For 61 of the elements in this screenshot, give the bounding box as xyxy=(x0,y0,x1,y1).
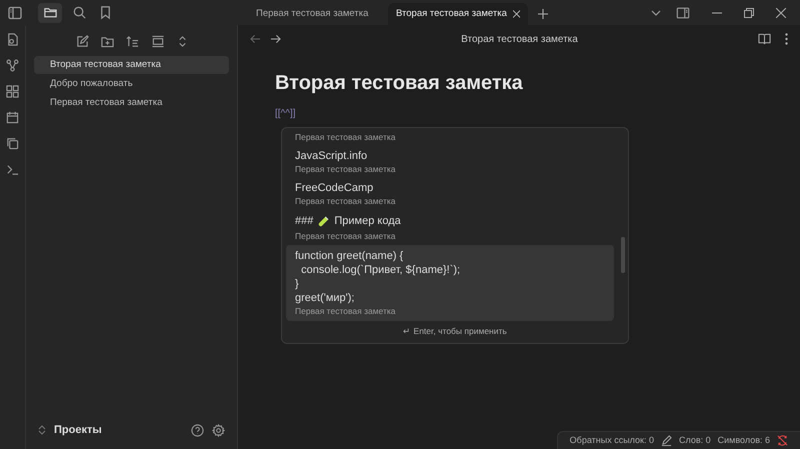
search-icon[interactable] xyxy=(72,5,87,20)
suggestion-subtitle: Первая тестовая заметка xyxy=(295,163,397,175)
terminal-icon[interactable] xyxy=(6,163,19,176)
copy-icon[interactable] xyxy=(6,137,19,150)
new-note-icon[interactable] xyxy=(76,34,88,48)
suggestion-item[interactable]: function greet(name) { console.log(`Привет, ${name}!`); } greet('мир'); Первая тестовая заметка xyxy=(286,244,614,320)
file-item[interactable]: Добро пожаловать xyxy=(34,75,229,93)
file-item[interactable]: Первая тестовая заметка xyxy=(34,94,229,112)
document-icon[interactable] xyxy=(6,33,19,46)
expand-icon[interactable] xyxy=(176,34,188,48)
file-item[interactable]: Вторая тестовая заметка xyxy=(34,56,229,74)
suggestion-title: JavaScript.info xyxy=(295,149,368,163)
graph-icon[interactable] xyxy=(6,59,19,72)
folder-icon xyxy=(42,5,58,20)
bookmark-icon[interactable] xyxy=(98,5,113,20)
files-button[interactable] xyxy=(38,2,62,22)
suggestion-item[interactable]: Первая тестовая заметка xyxy=(286,128,614,146)
suggestion-subtitle: Первая тестовая заметка xyxy=(295,195,397,207)
note-header-title: Вторая тестовая заметка xyxy=(461,32,578,46)
note-title: Вторая тестовая заметка xyxy=(275,71,524,96)
suggestion-subtitle: Первая тестовая заметка xyxy=(295,230,397,242)
sort-icon[interactable] xyxy=(126,34,138,48)
sync-off-icon[interactable] xyxy=(777,435,788,446)
close-icon[interactable] xyxy=(776,8,786,18)
tab[interactable]: Вторая тестовая заметка xyxy=(388,3,528,25)
suggestion-title: Пример кода xyxy=(334,214,401,228)
new-folder-icon[interactable] xyxy=(100,34,114,48)
back-arrow-icon[interactable] xyxy=(250,34,261,44)
tab[interactable]: Первая тестовая заметка xyxy=(248,3,388,25)
suggestion-title: function greet(name) { console.log(`Привет, ${name}!`); } greet('мир'); xyxy=(295,248,460,304)
new-tab-icon[interactable] xyxy=(538,9,548,19)
vault-name[interactable]: Проекты xyxy=(54,422,102,438)
heading-marker: ### xyxy=(295,214,314,229)
grid-icon[interactable] xyxy=(6,85,19,98)
sidebar-toggle-icon[interactable] xyxy=(7,4,23,20)
hint-text: ↵ Enter, чтобы применить xyxy=(402,324,508,338)
minimize-icon[interactable] xyxy=(712,12,722,14)
close-tab-icon[interactable] xyxy=(512,10,520,18)
suggestion-item[interactable]: JavaScript.info Первая тестовая заметка xyxy=(286,146,614,178)
more-options-icon[interactable] xyxy=(785,33,788,45)
restore-icon[interactable] xyxy=(744,8,754,18)
suggestion-subtitle: Первая тестовая заметка xyxy=(295,304,397,316)
character-count: Символов: 6 xyxy=(718,434,770,447)
book-icon[interactable] xyxy=(758,33,771,45)
backlinks-count[interactable]: Обратных ссылок: 0 xyxy=(570,434,654,448)
help-icon[interactable] xyxy=(191,424,204,436)
pencil-icon[interactable] xyxy=(660,435,672,446)
editor-line[interactable]: [[^^]] xyxy=(275,106,800,121)
suggestion-subtitle: Первая тестовая заметка xyxy=(295,131,397,143)
suggestion-title: FreeCodeCamp xyxy=(295,181,374,195)
settings-icon[interactable] xyxy=(212,424,225,436)
collapse-icon[interactable] xyxy=(150,34,164,48)
suggestion-item[interactable]: ### Пример кода Первая тестовая заметка xyxy=(286,210,614,244)
test-tube-icon xyxy=(318,216,330,227)
suggestion-item[interactable]: FreeCodeCamp Первая тестовая заметка xyxy=(286,178,614,210)
scrollbar[interactable] xyxy=(621,237,625,273)
chevron-updown-icon[interactable] xyxy=(38,425,46,435)
word-count: Слов: 0 xyxy=(678,434,711,447)
forward-arrow-icon[interactable] xyxy=(270,34,281,44)
calendar-icon[interactable] xyxy=(6,111,19,124)
split-view-icon[interactable] xyxy=(676,6,690,20)
